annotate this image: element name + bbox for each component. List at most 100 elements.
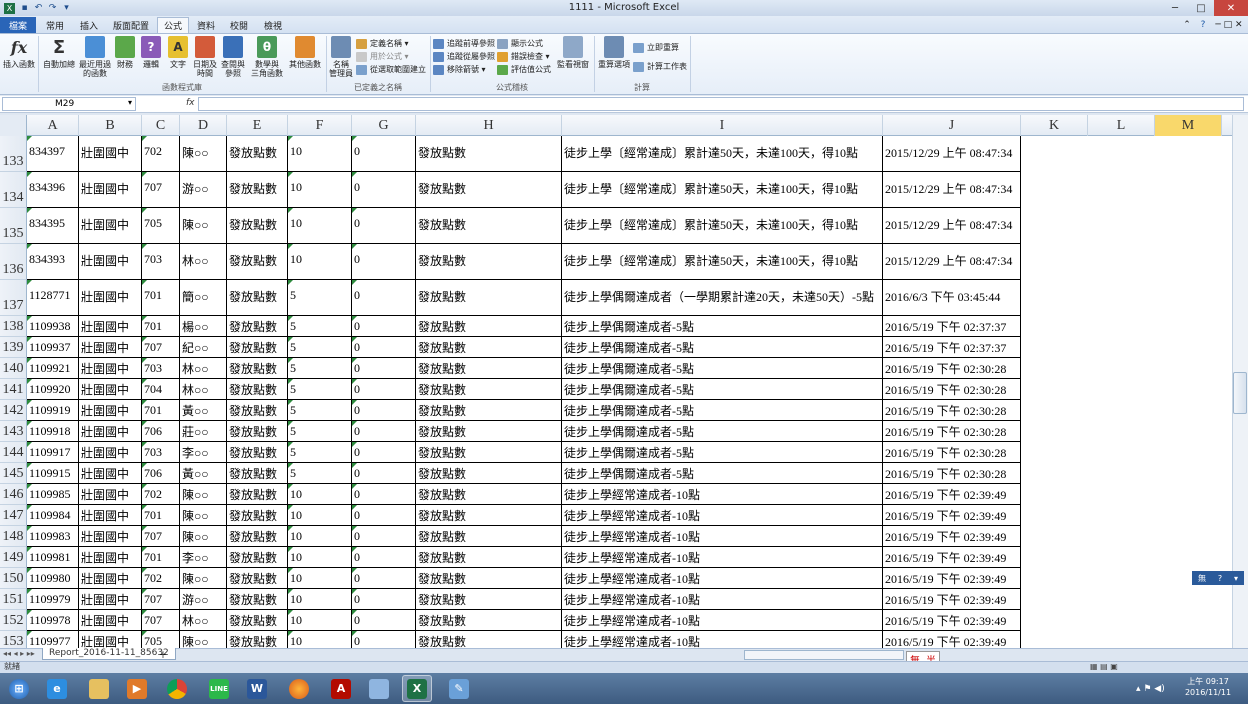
cell-g[interactable]: 0 [352,379,416,400]
cell-a[interactable]: 1109917 [27,442,79,463]
taskbar-word[interactable]: W [242,675,272,702]
cell-e[interactable]: 發放點數 [227,610,288,631]
column-header-j[interactable]: J [883,115,1021,136]
cell-b[interactable]: 壯圍國中 [79,631,142,648]
cell-h[interactable]: 發放點數 [416,442,562,463]
define-name-button[interactable]: 定義名稱 ▾ [356,37,426,50]
cell-i[interactable]: 徒步上學〔經常達成〕累計達50天，未達100天，得10點 [562,208,883,244]
cell-j[interactable]: 2016/5/19 下午 02:39:49 [883,610,1021,631]
cell-h[interactable]: 發放點數 [416,547,562,568]
clock[interactable]: 上午 09:17 2016/11/11 [1180,676,1236,698]
cell-j[interactable]: 2016/5/19 下午 02:39:49 [883,547,1021,568]
cell-a[interactable]: 1128771 [27,280,79,316]
tab-view[interactable]: 檢視 [258,17,288,33]
cell-i[interactable]: 徒步上學偶爾達成者（一學期累計達20天，未達50天）-5點 [562,280,883,316]
cell-g[interactable]: 0 [352,136,416,172]
recently-used-button[interactable]: 最近用過 的函數 [78,36,112,78]
cell-i[interactable]: 徒步上學〔經常達成〕累計達50天，未達100天，得10點 [562,136,883,172]
error-checking-button[interactable]: 錯誤檢查 ▾ [497,50,551,63]
lookup-reference-button[interactable]: 查閱與 參照 [220,36,246,78]
cell-e[interactable]: 發放點數 [227,280,288,316]
cell-j[interactable]: 2016/5/19 下午 02:39:49 [883,484,1021,505]
cell-d[interactable]: 陳○○ [180,505,227,526]
cell-g[interactable]: 0 [352,589,416,610]
cell-g[interactable]: 0 [352,358,416,379]
cell-a[interactable]: 1109983 [27,526,79,547]
cell-g[interactable]: 0 [352,280,416,316]
name-box[interactable]: M29 [2,97,136,111]
cell-b[interactable]: 壯圍國中 [79,208,142,244]
cell-f[interactable]: 5 [288,379,352,400]
cell-j[interactable]: 2016/5/19 下午 02:30:28 [883,463,1021,484]
row-header[interactable]: 151 [0,589,27,610]
cell-c[interactable]: 703 [142,244,180,280]
cell-j[interactable]: 2015/12/29 上午 08:47:34 [883,208,1021,244]
math-trig-button[interactable]: θ 數學與 三角函數 [248,36,286,78]
cell-f[interactable]: 5 [288,280,352,316]
cell-e[interactable]: 發放點數 [227,505,288,526]
row-header[interactable]: 152 [0,610,27,631]
cell-c[interactable]: 701 [142,505,180,526]
cell-b[interactable]: 壯圍國中 [79,589,142,610]
cell-i[interactable]: 徒步上學經常達成者-10點 [562,547,883,568]
cell-d[interactable]: 陳○○ [180,484,227,505]
cell-g[interactable]: 0 [352,442,416,463]
cell-d[interactable]: 陳○○ [180,136,227,172]
cell-d[interactable]: 林○○ [180,379,227,400]
tab-data[interactable]: 資料 [192,17,220,33]
cell-c[interactable]: 707 [142,337,180,358]
cell-h[interactable]: 發放點數 [416,526,562,547]
cell-g[interactable]: 0 [352,316,416,337]
row-header[interactable]: 139 [0,337,27,358]
cell-h[interactable]: 發放點數 [416,316,562,337]
cell-j[interactable]: 2016/5/19 下午 02:30:28 [883,442,1021,463]
cell-c[interactable]: 702 [142,484,180,505]
cell-c[interactable]: 707 [142,610,180,631]
column-header-a[interactable]: A [27,115,79,136]
logical-button[interactable]: ? 邏輯 [140,36,162,69]
cell-d[interactable]: 莊○○ [180,421,227,442]
cell-j[interactable]: 2016/5/19 下午 02:30:28 [883,400,1021,421]
cell-b[interactable]: 壯圍國中 [79,316,142,337]
column-header-e[interactable]: E [227,115,288,136]
ribbon-collapse-icon[interactable]: ⌃ [1180,17,1194,33]
cell-j[interactable]: 2015/12/29 上午 08:47:34 [883,244,1021,280]
tab-home[interactable]: 常用 [40,17,70,33]
cell-d[interactable]: 紀○○ [180,337,227,358]
cell-a[interactable]: 834395 [27,208,79,244]
cell-j[interactable]: 2015/12/29 上午 08:47:34 [883,172,1021,208]
cell-g[interactable]: 0 [352,400,416,421]
cell-i[interactable]: 徒步上學經常達成者-10點 [562,505,883,526]
cell-c[interactable]: 707 [142,172,180,208]
column-header-h[interactable]: H [416,115,562,136]
cell-h[interactable]: 發放點數 [416,463,562,484]
cell-d[interactable]: 陳○○ [180,568,227,589]
cell-g[interactable]: 0 [352,631,416,648]
cell-i[interactable]: 徒步上學偶爾達成者-5點 [562,442,883,463]
cell-b[interactable]: 壯圍國中 [79,244,142,280]
cell-i[interactable]: 徒步上學經常達成者-10點 [562,568,883,589]
cell-f[interactable]: 10 [288,526,352,547]
tab-file[interactable]: 檔案 [0,17,36,33]
cell-f[interactable]: 5 [288,463,352,484]
cell-f[interactable]: 5 [288,316,352,337]
tab-formulas[interactable]: 公式 [157,17,189,33]
cell-a[interactable]: 1109981 [27,547,79,568]
cell-f[interactable]: 10 [288,505,352,526]
cell-i[interactable]: 徒步上學偶爾達成者-5點 [562,316,883,337]
start-button[interactable]: ⊞ [4,675,34,702]
use-in-formula-button[interactable]: 用於公式 ▾ [356,50,426,63]
cell-i[interactable]: 徒步上學偶爾達成者-5點 [562,421,883,442]
row-header[interactable]: 145 [0,463,27,484]
tab-insert[interactable]: 插入 [74,17,104,33]
row-header[interactable]: 133 [0,136,27,172]
taskbar-paint[interactable] [364,675,394,702]
row-header[interactable]: 146 [0,484,27,505]
calculation-options-button[interactable]: 重算選項 [597,36,631,69]
cell-e[interactable]: 發放點數 [227,244,288,280]
row-header[interactable]: 143 [0,421,27,442]
row-header[interactable]: 136 [0,244,27,280]
cell-d[interactable]: 林○○ [180,610,227,631]
cell-f[interactable]: 10 [288,589,352,610]
column-header-g[interactable]: G [352,115,416,136]
